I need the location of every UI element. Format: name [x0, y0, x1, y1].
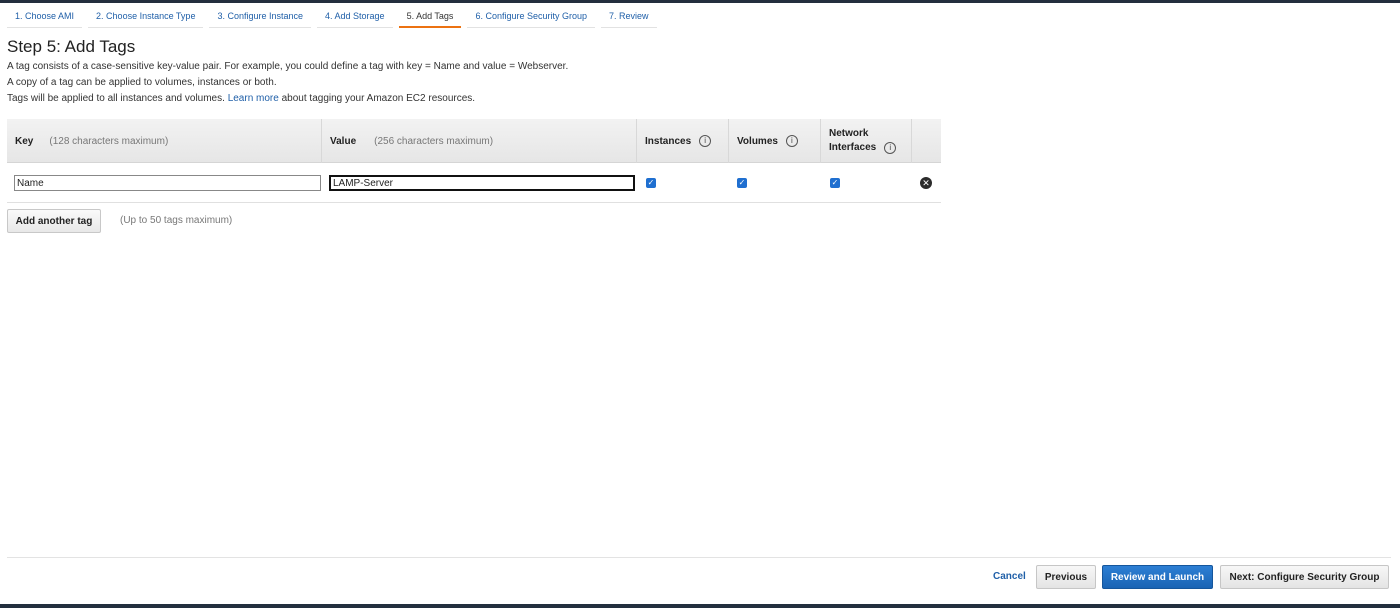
tab-configure-security-group[interactable]: 6. Configure Security Group: [467, 7, 595, 28]
volumes-header-label: Volumes: [737, 135, 778, 147]
network-interfaces-checkbox[interactable]: ✓: [830, 178, 840, 188]
tab-add-tags[interactable]: 5. Add Tags: [398, 7, 462, 28]
value-header-label: Value: [330, 135, 357, 147]
tab-add-storage[interactable]: 4. Add Storage: [317, 7, 393, 28]
next-configure-security-group-button[interactable]: Next: Configure Security Group: [1220, 565, 1389, 589]
table-row: ✓ ✓ ✓ ✕: [7, 163, 941, 203]
network-interfaces-header-line-1: Network: [829, 128, 869, 139]
bottom-bar: [0, 604, 1400, 608]
learn-more-link[interactable]: Learn more: [228, 93, 279, 104]
tab-configure-instance[interactable]: 3. Configure Instance: [209, 7, 312, 28]
volumes-header: Volumes i: [728, 119, 798, 163]
network-interfaces-header-label: Network Interfaces i: [829, 127, 897, 155]
description-line-3: Tags will be applied to all instances an…: [7, 91, 568, 107]
tags-table-header: Key (128 characters maximum) Value (256 …: [7, 119, 941, 163]
description-line-1: A tag consists of a case-sensitive key-v…: [7, 61, 569, 72]
tag-value-input[interactable]: [329, 175, 635, 191]
description: A tag consists of a case-sensitive key-v…: [7, 59, 568, 107]
tags-table: Key (128 characters maximum) Value (256 …: [7, 119, 941, 203]
volumes-checkbox[interactable]: ✓: [737, 178, 747, 188]
top-bar: [0, 0, 1400, 3]
instances-checkbox[interactable]: ✓: [646, 178, 656, 188]
tab-choose-ami[interactable]: 1. Choose AMI: [7, 7, 83, 28]
add-tag-hint: (Up to 50 tags maximum): [120, 215, 233, 226]
description-line-3-text: Tags will be applied to all instances an…: [7, 93, 225, 104]
description-line-2: A copy of a tag can be applied to volume…: [7, 77, 277, 88]
key-header: Key (128 characters maximum): [15, 119, 168, 163]
instances-header: Instances i: [636, 119, 712, 163]
review-and-launch-button[interactable]: Review and Launch: [1102, 565, 1213, 589]
page-title: Step 5: Add Tags: [7, 37, 136, 56]
instances-header-label: Instances: [645, 135, 692, 147]
tag-key-input[interactable]: [14, 175, 321, 191]
add-another-tag-button[interactable]: Add another tag: [7, 209, 101, 233]
network-interfaces-header-line-2: Interfaces i: [829, 141, 897, 155]
instances-info-icon[interactable]: i: [699, 135, 712, 147]
footer-divider: [7, 557, 1391, 558]
network-interfaces-header: Network Interfaces i: [820, 119, 912, 163]
value-header: Value (256 characters maximum): [321, 119, 493, 163]
network-interfaces-header-text: Interfaces: [829, 142, 877, 153]
key-header-hint: (128 characters maximum): [49, 135, 169, 147]
wizard-tabs: 1. Choose AMI 2. Choose Instance Type 3.…: [7, 7, 663, 29]
network-interfaces-info-icon[interactable]: i: [884, 142, 897, 154]
value-header-hint: (256 characters maximum): [374, 135, 494, 147]
key-header-label: Key: [15, 135, 34, 147]
cancel-link[interactable]: Cancel: [993, 571, 1026, 582]
description-line-3-suffix: about tagging your Amazon EC2 resources.: [281, 93, 476, 104]
tab-choose-instance-type[interactable]: 2. Choose Instance Type: [88, 7, 204, 28]
remove-tag-icon[interactable]: ✕: [920, 177, 932, 189]
previous-button[interactable]: Previous: [1036, 565, 1096, 589]
tab-review[interactable]: 7. Review: [601, 7, 657, 28]
volumes-info-icon[interactable]: i: [785, 135, 798, 147]
